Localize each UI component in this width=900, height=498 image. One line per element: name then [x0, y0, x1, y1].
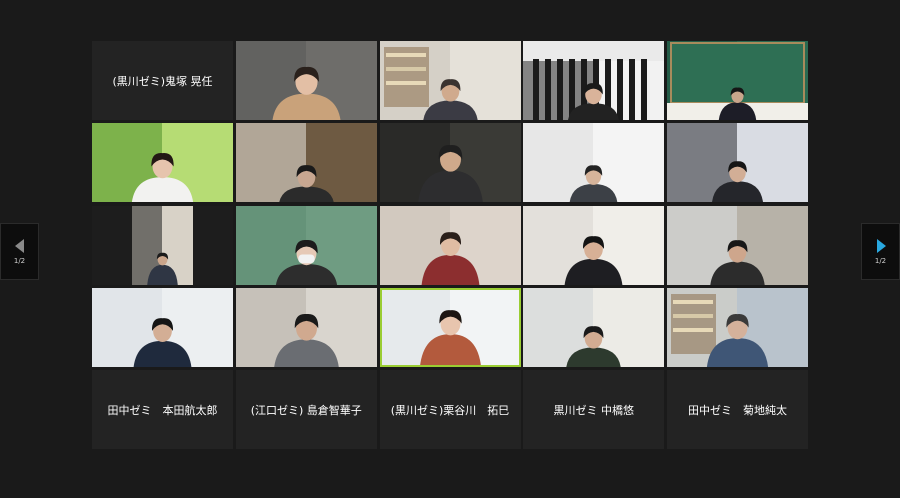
previous-page-button[interactable]: 1/2 — [0, 223, 39, 280]
participant-video-tile[interactable] — [667, 287, 808, 367]
arrow-left-icon — [14, 238, 24, 253]
participant-video-tile[interactable] — [92, 205, 233, 285]
participant-video-feed — [235, 205, 377, 285]
participant-name-tile[interactable]: 田中ゼミ 本田航太郎 — [92, 370, 233, 449]
participant-video-feed — [92, 123, 233, 203]
participant-video-feed — [667, 205, 808, 285]
participant-video-feed — [235, 123, 377, 203]
participant-video-feed — [235, 41, 377, 120]
participant-video-tile[interactable] — [92, 123, 233, 203]
participant-video-feed — [667, 287, 808, 367]
participant-video-feed — [523, 123, 665, 203]
participant-video-tile[interactable] — [379, 287, 521, 367]
participant-video-feed — [235, 287, 377, 367]
next-page-indicator: 1/2 — [874, 256, 887, 265]
participant-video-feed — [523, 287, 665, 367]
participant-name-tile[interactable]: (江口ゼミ) 島倉智華子 — [235, 370, 377, 449]
participant-name-label: 田中ゼミ 菊地純太 — [688, 403, 787, 417]
participant-video-tile[interactable] — [667, 41, 808, 120]
next-page-button[interactable]: 1/2 — [861, 223, 900, 280]
participant-name-tile[interactable]: 田中ゼミ 菊地純太 — [667, 370, 808, 449]
participant-video-feed — [523, 205, 665, 285]
participant-video-tile[interactable] — [235, 205, 377, 285]
participant-name-tile[interactable]: (黒川ゼミ)栗谷川 拓巳 — [379, 370, 521, 449]
participant-video-tile[interactable] — [523, 41, 665, 120]
arrow-right-icon — [876, 238, 886, 253]
participant-name-tile[interactable]: 黒川ゼミ 中橋悠 — [523, 370, 665, 449]
participant-video-tile[interactable] — [523, 205, 665, 285]
participant-video-tile[interactable] — [235, 123, 377, 203]
participant-video-feed — [379, 41, 521, 120]
participant-video-tile[interactable] — [235, 287, 377, 367]
participant-video-feed — [379, 123, 521, 203]
participant-video-tile[interactable] — [379, 41, 521, 120]
participant-video-tile[interactable] — [379, 205, 521, 285]
participant-name-label: (黒川ゼミ)栗谷川 拓巳 — [390, 403, 510, 417]
participant-video-feed — [92, 205, 233, 285]
participant-name-label: (黒川ゼミ)鬼塚 晃任 — [112, 74, 213, 88]
previous-page-indicator: 1/2 — [13, 256, 26, 265]
participant-name-label: 黒川ゼミ 中橋悠 — [553, 403, 635, 417]
participant-name-tile[interactable]: (黒川ゼミ)鬼塚 晃任 — [92, 41, 233, 120]
participant-video-feed — [379, 287, 521, 367]
participant-video-tile[interactable] — [235, 41, 377, 120]
participant-video-tile[interactable] — [92, 287, 233, 367]
participant-video-tile[interactable] — [667, 123, 808, 203]
participant-name-label: (江口ゼミ) 島倉智華子 — [250, 403, 362, 417]
participant-video-feed — [92, 287, 233, 367]
participant-name-label: 田中ゼミ 本田航太郎 — [107, 403, 218, 417]
participant-video-feed — [667, 123, 808, 203]
participant-video-tile[interactable] — [523, 123, 665, 203]
participant-video-feed — [667, 41, 808, 120]
participant-video-tile[interactable] — [379, 123, 521, 203]
participant-video-feed — [523, 41, 665, 120]
participant-gallery: (黒川ゼミ)鬼塚 晃任 田中ゼミ 本田航太郎 (江口ゼミ) 島倉智華子 (黒川ゼ… — [92, 41, 808, 451]
participant-video-tile[interactable] — [523, 287, 665, 367]
participant-video-feed — [379, 205, 521, 285]
participant-video-tile[interactable] — [667, 205, 808, 285]
